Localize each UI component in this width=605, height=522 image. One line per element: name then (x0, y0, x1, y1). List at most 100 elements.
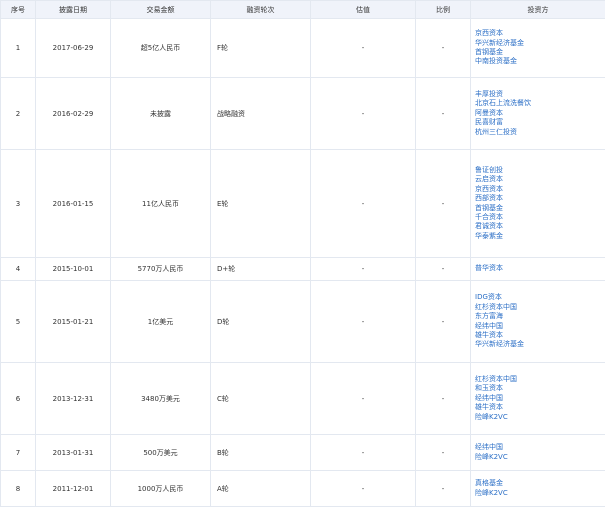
cell-valuation: - (310, 280, 416, 363)
cell-investors: IDG资本 红杉资本中国 东方富海 经纬中国 雄牛资本 华兴新经济基金 (470, 280, 605, 363)
cell-ratio: - (415, 470, 471, 507)
investor-link[interactable]: 云启资本 (475, 175, 605, 184)
cell-date: 2011-12-01 (35, 470, 111, 507)
cell-round: E轮 (210, 149, 311, 258)
cell-date: 2016-01-15 (35, 149, 111, 258)
investor-link[interactable]: 险峰K2VC (475, 489, 605, 498)
investor-link[interactable]: 华兴新经济基金 (475, 340, 605, 349)
investor-link[interactable]: 西部资本 (475, 194, 605, 203)
cell-date: 2015-01-21 (35, 280, 111, 363)
header-investors: 投资方 (470, 0, 605, 19)
investor-link[interactable]: 千合资本 (475, 213, 605, 222)
cell-ratio: - (415, 257, 471, 281)
investor-link[interactable]: 险峰K2VC (475, 413, 605, 422)
cell-investors: 京西资本 华兴新经济基金 首钢基金 中南投资基金 (470, 18, 605, 78)
header-date: 披露日期 (35, 0, 111, 19)
investor-link[interactable]: IDG资本 (475, 293, 605, 302)
cell-ratio: - (415, 77, 471, 150)
investor-link[interactable]: 杭州三仁投资 (475, 128, 605, 137)
cell-ratio: - (415, 434, 471, 471)
cell-ratio: - (415, 280, 471, 363)
cell-round: 战略融资 (210, 77, 311, 150)
cell-index: 5 (0, 280, 36, 363)
investor-link[interactable]: 红杉资本中国 (475, 375, 605, 384)
investor-link[interactable]: 经纬中国 (475, 322, 605, 331)
investor-link[interactable]: 经纬中国 (475, 443, 605, 452)
cell-investors: 经纬中国 险峰K2VC (470, 434, 605, 471)
investor-link[interactable]: 雄牛资本 (475, 403, 605, 412)
cell-amount: 5770万人民币 (110, 257, 211, 281)
investor-link[interactable]: 阿曼资本 (475, 109, 605, 118)
table-row: 6 2013-12-31 3480万美元 C轮 - - 红杉资本中国 和玉资本 经纬中国 雄牛资本… (0, 362, 605, 435)
investor-link[interactable]: 京西资本 (475, 29, 605, 38)
header-ratio: 比例 (415, 0, 471, 19)
header-round: 融资轮次 (210, 0, 311, 19)
header-valuation: 估值 (310, 0, 416, 19)
cell-round: C轮 (210, 362, 311, 435)
investor-link[interactable]: 北京石上流洗餐饮 (475, 99, 605, 108)
investor-link[interactable]: 鲁证创投 (475, 166, 605, 175)
cell-round: D+轮 (210, 257, 311, 281)
financing-table: 序号 披露日期 交易金额 融资轮次 估值 比例 投资方 1 2017-06-29 超… (0, 0, 605, 507)
investor-link[interactable]: 和玉资本 (475, 384, 605, 393)
cell-index: 3 (0, 149, 36, 258)
cell-amount: 超5亿人民币 (110, 18, 211, 78)
cell-round: D轮 (210, 280, 311, 363)
cell-valuation: - (310, 470, 416, 507)
investor-link[interactable]: 华兴新经济基金 (475, 39, 605, 48)
cell-ratio: - (415, 18, 471, 78)
cell-ratio: - (415, 362, 471, 435)
cell-investors: 鲁证创投 云启资本 京西资本 西部资本 首钢基金 千合资本 君诚资本 华泰紫金 (470, 149, 605, 258)
cell-round: F轮 (210, 18, 311, 78)
cell-amount: 1亿美元 (110, 280, 211, 363)
cell-date: 2013-01-31 (35, 434, 111, 471)
header-row: 序号 披露日期 交易金额 融资轮次 估值 比例 投资方 (0, 0, 605, 19)
investor-link[interactable]: 京西资本 (475, 185, 605, 194)
cell-investors: 真格基金 险峰K2VC (470, 470, 605, 507)
cell-valuation: - (310, 434, 416, 471)
header-amount: 交易金额 (110, 0, 211, 19)
cell-date: 2017-06-29 (35, 18, 111, 78)
investor-link[interactable]: 华泰紫金 (475, 232, 605, 241)
cell-investors: 普华资本 (470, 257, 605, 281)
cell-index: 2 (0, 77, 36, 150)
investor-link[interactable]: 红杉资本中国 (475, 303, 605, 312)
investor-link[interactable]: 东方富海 (475, 312, 605, 321)
table-row: 8 2011-12-01 1000万人民币 A轮 - - 真格基金 险峰K2VC (0, 470, 605, 507)
cell-amount: 未披露 (110, 77, 211, 150)
investor-link[interactable]: 首钢基金 (475, 48, 605, 57)
investor-link[interactable]: 普华资本 (475, 264, 605, 273)
table-row: 1 2017-06-29 超5亿人民币 F轮 - - 京西资本 华兴新经济基金 首钢基金 中南投资… (0, 18, 605, 78)
investor-link[interactable]: 丰厚投资 (475, 90, 605, 99)
cell-investors: 丰厚投资 北京石上流洗餐饮 阿曼资本 民喜财富 杭州三仁投资 (470, 77, 605, 150)
cell-date: 2013-12-31 (35, 362, 111, 435)
cell-valuation: - (310, 362, 416, 435)
cell-round: A轮 (210, 470, 311, 507)
cell-ratio: - (415, 149, 471, 258)
investor-link[interactable]: 真格基金 (475, 479, 605, 488)
investor-link[interactable]: 君诚资本 (475, 222, 605, 231)
cell-index: 6 (0, 362, 36, 435)
cell-index: 8 (0, 470, 36, 507)
cell-valuation: - (310, 257, 416, 281)
cell-amount: 11亿人民币 (110, 149, 211, 258)
investor-link[interactable]: 经纬中国 (475, 394, 605, 403)
cell-valuation: - (310, 77, 416, 150)
investor-link[interactable]: 民喜财富 (475, 118, 605, 127)
investor-link[interactable]: 首钢基金 (475, 204, 605, 213)
cell-amount: 500万美元 (110, 434, 211, 471)
investor-link[interactable]: 中南投资基金 (475, 57, 605, 66)
investor-link[interactable]: 雄牛资本 (475, 331, 605, 340)
cell-valuation: - (310, 149, 416, 258)
investor-link[interactable]: 险峰K2VC (475, 453, 605, 462)
cell-investors: 红杉资本中国 和玉资本 经纬中国 雄牛资本 险峰K2VC (470, 362, 605, 435)
cell-date: 2016-02-29 (35, 77, 111, 150)
table-row: 4 2015-10-01 5770万人民币 D+轮 - - 普华资本 (0, 257, 605, 281)
cell-amount: 3480万美元 (110, 362, 211, 435)
table-row: 7 2013-01-31 500万美元 B轮 - - 经纬中国 险峰K2VC (0, 434, 605, 471)
cell-index: 4 (0, 257, 36, 281)
cell-date: 2015-10-01 (35, 257, 111, 281)
header-index: 序号 (0, 0, 36, 19)
table-row: 5 2015-01-21 1亿美元 D轮 - - IDG资本 红杉资本中国 东方富海 经纬中国 雄牛… (0, 280, 605, 363)
cell-amount: 1000万人民币 (110, 470, 211, 507)
